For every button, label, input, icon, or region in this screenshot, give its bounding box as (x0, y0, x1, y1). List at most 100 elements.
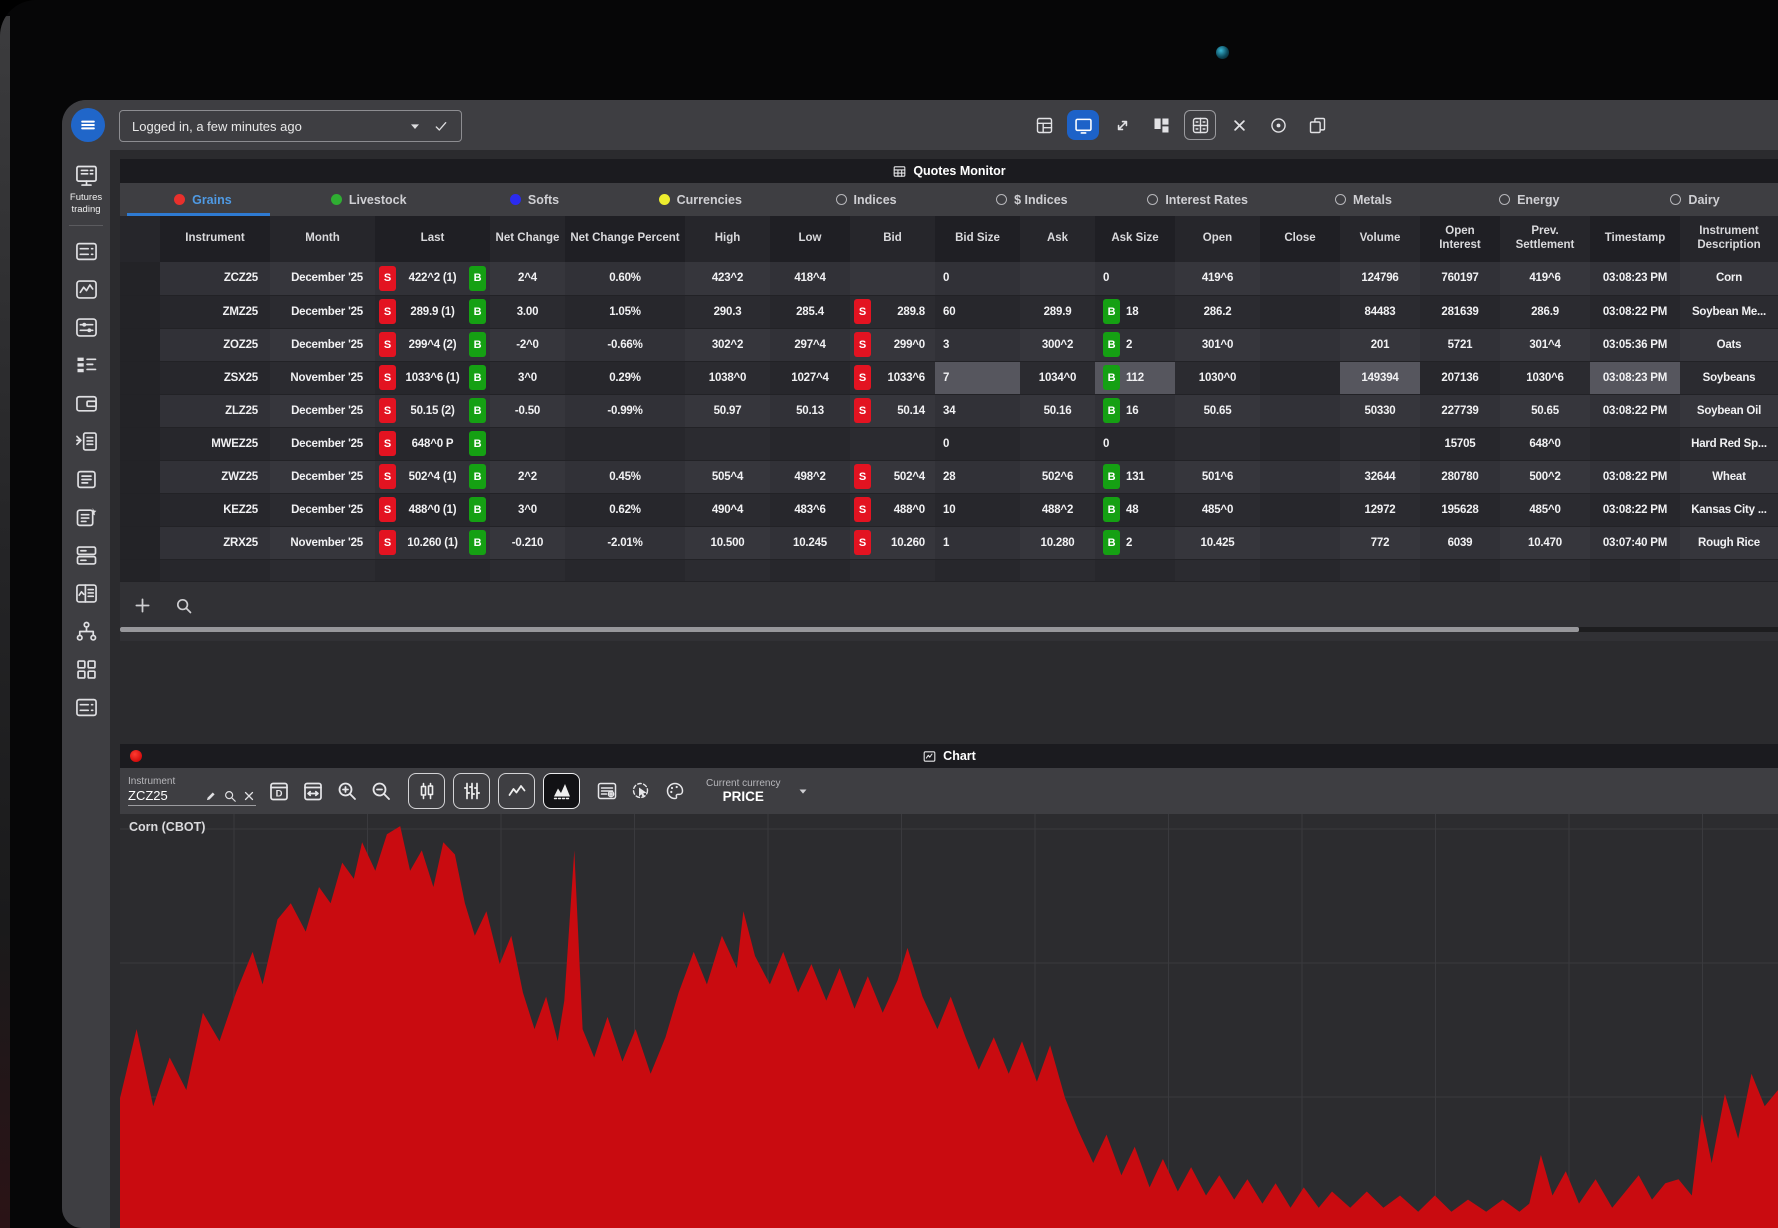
record-circle-button[interactable] (1262, 110, 1294, 140)
add-instrument-button[interactable] (132, 595, 153, 616)
buy-at-ask-button[interactable]: B (1103, 398, 1120, 423)
buy-at-ask-button[interactable]: B (1103, 464, 1120, 489)
table-row[interactable]: MWEZ25December '25S648^0 PB0015705648^0H… (120, 427, 1778, 460)
sell-at-bid-button[interactable]: S (854, 398, 871, 423)
sell-at-bid-button[interactable]: S (854, 365, 871, 390)
grid-panels-button[interactable] (1184, 110, 1216, 140)
menu-button[interactable] (71, 108, 105, 142)
column-header-handle[interactable] (120, 216, 160, 262)
table-row[interactable]: ZOZ25December '25S299^4 (2)B-2^0-0.66%30… (120, 328, 1778, 361)
sell-button[interactable]: S (379, 299, 396, 324)
buy-button[interactable]: B (469, 398, 486, 423)
sell-button[interactable]: S (379, 266, 396, 291)
tab--indices[interactable]: $ Indices (949, 183, 1115, 216)
column-header-bid[interactable]: Bid (850, 216, 935, 262)
horizontal-scrollbar[interactable] (120, 627, 1778, 632)
column-header-prev_settlement[interactable]: Prev. Settlement (1500, 216, 1590, 262)
monitor-button[interactable] (1067, 110, 1099, 140)
chevron-down-icon[interactable] (407, 118, 423, 134)
table-row[interactable]: ZLZ25December '25S50.15 (2)B-0.50-0.99%5… (120, 394, 1778, 427)
buy-button[interactable]: B (469, 365, 486, 390)
tab-dairy[interactable]: Dairy (1612, 183, 1778, 216)
column-header-month[interactable]: Month (270, 216, 375, 262)
currency-select[interactable]: Current currency PRICE (706, 778, 780, 804)
sell-button[interactable]: S (379, 431, 396, 456)
column-header-high[interactable]: High (685, 216, 770, 262)
tab-energy[interactable]: Energy (1446, 183, 1612, 216)
pointer-icon[interactable] (629, 779, 653, 803)
tab-interest-rates[interactable]: Interest Rates (1115, 183, 1281, 216)
instrument-input[interactable]: ZCZ25 (128, 788, 199, 803)
sell-button[interactable]: S (379, 497, 396, 522)
sell-button[interactable]: S (379, 332, 396, 357)
sidebar-item-tree[interactable] (73, 618, 100, 645)
buy-at-ask-button[interactable]: B (1103, 497, 1120, 522)
chart-panel-titlebar[interactable]: Chart (120, 744, 1778, 768)
table-row[interactable]: ZRX25November '25S10.260 (1)B-0.210-2.01… (120, 526, 1778, 559)
sidebar-item-market-depth[interactable] (73, 352, 100, 379)
window-grid-button[interactable] (1028, 110, 1060, 140)
buy-button[interactable]: B (469, 530, 486, 555)
tab-grains[interactable]: Grains (120, 183, 286, 216)
sidebar-item-stacked-cards[interactable] (73, 542, 100, 569)
sell-at-bid-button[interactable]: S (854, 332, 871, 357)
sidebar-item-chart-line[interactable] (73, 276, 100, 303)
sell-at-bid-button[interactable]: S (854, 464, 871, 489)
tab-currencies[interactable]: Currencies (617, 183, 783, 216)
sidebar-item-widgets-grid[interactable] (73, 656, 100, 683)
column-header-open_interest[interactable]: Open Interest (1420, 216, 1500, 262)
layout-dashboard-button[interactable] (1145, 110, 1177, 140)
sidebar-item-sliders[interactable] (73, 314, 100, 341)
sidebar-item-wallet[interactable] (73, 390, 100, 417)
zoom-in-icon[interactable] (335, 779, 359, 803)
calendar-range-icon[interactable] (301, 779, 325, 803)
sidebar-item-chart-list[interactable] (73, 580, 100, 607)
buy-button[interactable]: B (469, 497, 486, 522)
column-header-net_change[interactable]: Net Change (490, 216, 565, 262)
sell-at-bid-button[interactable]: S (854, 530, 871, 555)
buy-at-ask-button[interactable]: B (1103, 299, 1120, 324)
expand-diagonal-button[interactable] (1106, 110, 1138, 140)
clear-x-icon[interactable] (242, 789, 256, 803)
ohlc-bars-button[interactable] (453, 773, 490, 809)
column-header-ask_size[interactable]: Ask Size (1095, 216, 1175, 262)
sell-button[interactable]: S (379, 530, 396, 555)
copy-duplicate-button[interactable] (1301, 110, 1333, 140)
chart-plot-area[interactable]: Corn (CBOT) (120, 814, 1778, 1228)
buy-at-ask-button[interactable]: B (1103, 365, 1120, 390)
search-small-icon[interactable] (223, 789, 237, 803)
table-row[interactable]: ZSX25November '25S1033^6 (1)B3^00.29%103… (120, 361, 1778, 394)
buy-button[interactable]: B (469, 431, 486, 456)
indicators-icon[interactable] (595, 779, 619, 803)
buy-button[interactable]: B (469, 299, 486, 324)
calendar-day-icon[interactable]: D (267, 779, 291, 803)
sidebar-item-order-entry[interactable] (73, 428, 100, 455)
column-header-low[interactable]: Low (770, 216, 850, 262)
table-row[interactable]: ZMZ25December '25S289.9 (1)B3.001.05%290… (120, 295, 1778, 328)
column-header-ask[interactable]: Ask (1020, 216, 1095, 262)
column-header-description[interactable]: Instrument Description (1680, 216, 1778, 262)
instrument-field[interactable]: Instrument ZCZ25 (128, 776, 256, 806)
login-status-dropdown[interactable]: Logged in, a few minutes ago (119, 110, 462, 142)
buy-at-ask-button[interactable]: B (1103, 332, 1120, 357)
sidebar-item-quote-board[interactable] (73, 238, 100, 265)
sell-at-bid-button[interactable]: S (854, 299, 871, 324)
column-header-close[interactable]: Close (1260, 216, 1340, 262)
column-header-timestamp[interactable]: Timestamp (1590, 216, 1680, 262)
line-chart-button[interactable] (498, 773, 535, 809)
mountain-chart-button[interactable] (543, 773, 580, 809)
sidebar-item-futures-trading[interactable]: Futurestrading (70, 162, 102, 216)
search-instrument-button[interactable] (173, 595, 194, 616)
table-row[interactable]: ZWZ25December '25S502^4 (1)B2^20.45%505^… (120, 460, 1778, 493)
buy-button[interactable]: B (469, 464, 486, 489)
buy-button[interactable]: B (469, 266, 486, 291)
column-header-bid_size[interactable]: Bid Size (935, 216, 1020, 262)
buy-at-ask-button[interactable]: B (1103, 530, 1120, 555)
sell-button[interactable]: S (379, 464, 396, 489)
column-header-net_change_pct[interactable]: Net Change Percent (565, 216, 685, 262)
column-header-last[interactable]: Last (375, 216, 490, 262)
column-header-open[interactable]: Open (1175, 216, 1260, 262)
currency-caret-icon[interactable] (796, 784, 810, 798)
tab-livestock[interactable]: Livestock (286, 183, 452, 216)
column-header-instrument[interactable]: Instrument (160, 216, 270, 262)
